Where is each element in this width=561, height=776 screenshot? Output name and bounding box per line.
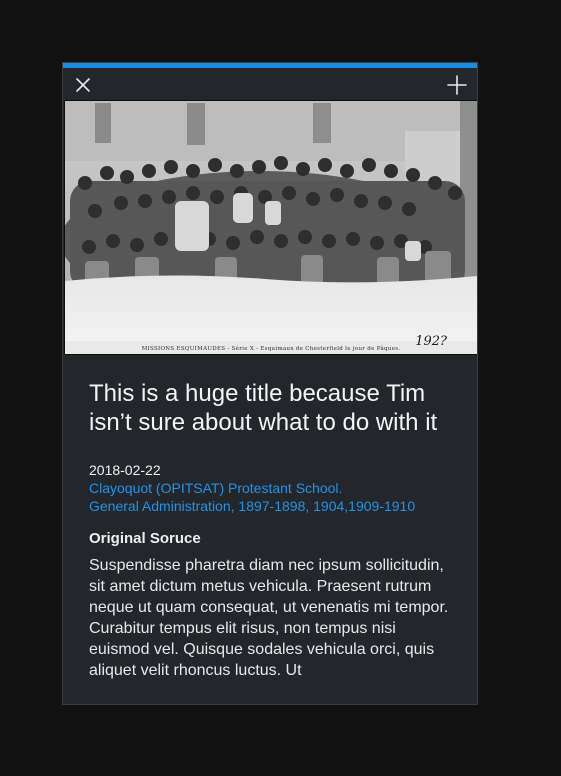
record-date: 2018-02-22: [89, 462, 161, 478]
add-button[interactable]: [446, 74, 468, 96]
archival-photo: MISSIONS ESQUIMAUDES - Série X - Esquima…: [64, 100, 477, 355]
record-content: This is a huge title because Tim isn’t s…: [89, 379, 459, 681]
record-title: This is a huge title because Tim isn’t s…: [89, 380, 438, 436]
record-panel: MISSIONS ESQUIMAUDES - Série X - Esquima…: [62, 62, 478, 705]
close-button[interactable]: [72, 74, 94, 96]
original-source-text: Suspendisse pharetra diam nec ipsum soll…: [89, 557, 449, 679]
school-link[interactable]: Clayoquot (OPITSAT) Protestant School.: [89, 479, 459, 497]
close-icon: [76, 78, 90, 92]
archival-photo-image: [65, 101, 477, 354]
administration-link[interactable]: General Administration, 1897-1898, 1904,…: [89, 497, 459, 515]
original-source-heading: Original Soruce: [89, 530, 201, 547]
photo-handwritten-date: 192?: [415, 334, 447, 349]
panel-toolbar: [63, 68, 477, 101]
plus-icon: [447, 75, 467, 95]
